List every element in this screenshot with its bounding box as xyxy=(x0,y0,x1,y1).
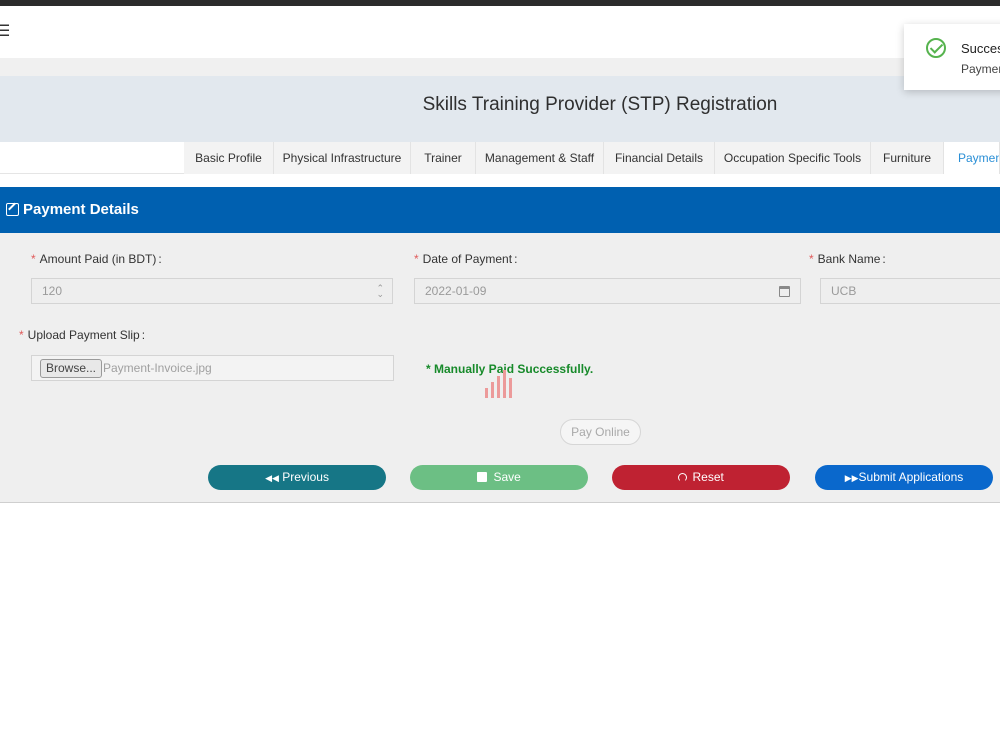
tab-occupation-specific-tools[interactable]: Occupation Specific Tools xyxy=(715,142,871,174)
amount-paid-input[interactable]: 120 ⌃ ⌄ xyxy=(31,278,393,304)
required-marker: * xyxy=(19,328,24,342)
date-of-payment-label-text: Date of Payment xyxy=(422,252,513,266)
tab-payment[interactable]: Payment xyxy=(944,142,1000,174)
amount-paid-label-text: Amount Paid (in BDT) xyxy=(39,252,157,266)
label-colon: : xyxy=(141,328,146,342)
date-of-payment-label: * Date of Payment: xyxy=(414,252,517,266)
label-colon: : xyxy=(158,252,162,266)
tab-management-staff[interactable]: Management & Staff xyxy=(476,142,604,174)
divider-strip xyxy=(0,58,1000,76)
toast-message: Payment xyxy=(961,62,1000,76)
pay-online-button[interactable]: Pay Online xyxy=(560,419,641,445)
upload-payment-slip-label: * Upload Payment Slip: xyxy=(19,328,145,342)
amount-paid-value: 120 xyxy=(42,284,63,298)
reset-button[interactable]: Reset xyxy=(612,465,790,490)
date-of-payment-input[interactable]: 2022-01-09 xyxy=(414,278,801,304)
refresh-icon xyxy=(678,473,688,482)
payment-details-header: Payment Details xyxy=(0,187,1000,233)
page-title: Skills Training Provider (STP) Registrat… xyxy=(422,94,778,115)
required-marker: * xyxy=(414,252,419,266)
bank-name-value: UCB xyxy=(831,284,857,298)
tab-physical-infrastructure[interactable]: Physical Infrastructure xyxy=(274,142,411,174)
date-of-payment-value: 2022-01-09 xyxy=(425,284,487,298)
required-marker: * xyxy=(31,252,36,266)
bank-name-label-text: Bank Name xyxy=(817,252,881,266)
check-circle-icon xyxy=(926,38,946,58)
tab-financial-details[interactable]: Financial Details xyxy=(604,142,715,174)
reset-button-label: Reset xyxy=(692,470,724,484)
page: ☰ Skills Training Provider (STP) Registr… xyxy=(0,0,1000,750)
number-spinner-icon[interactable]: ⌃ ⌄ xyxy=(376,284,384,299)
save-button[interactable]: Save xyxy=(410,465,588,490)
save-button-label: Save xyxy=(493,470,521,484)
payment-slip-file-input[interactable]: Browse... Payment-Invoice.jpg xyxy=(31,355,394,381)
previous-button[interactable]: ◀◀ Previous xyxy=(208,465,386,490)
page-banner: Skills Training Provider (STP) Registrat… xyxy=(0,76,1000,142)
tab-trainer[interactable]: Trainer xyxy=(411,142,476,174)
submit-button-label: Submit Applications xyxy=(858,470,964,484)
calendar-icon[interactable] xyxy=(779,286,790,297)
bank-name-input[interactable]: UCB xyxy=(820,278,1000,304)
tab-bar: Basic Profile Physical Infrastructure Tr… xyxy=(0,142,1000,174)
top-bar: ☰ xyxy=(0,6,1000,58)
floppy-disk-icon xyxy=(477,472,488,482)
submit-applications-button[interactable]: ▶▶Submit Applications xyxy=(815,465,993,490)
edit-icon xyxy=(6,203,19,216)
toast-title: Success xyxy=(961,41,1000,56)
required-marker: * xyxy=(809,252,814,266)
label-colon: : xyxy=(882,252,886,266)
amount-paid-label: * Amount Paid (in BDT): xyxy=(31,252,162,266)
browse-button[interactable]: Browse... xyxy=(40,359,103,378)
tab-furniture[interactable]: Furniture xyxy=(871,142,944,174)
previous-button-label: Previous xyxy=(282,470,329,484)
bank-name-label: * Bank Name: xyxy=(809,252,886,266)
double-left-arrow-icon: ◀◀ xyxy=(265,473,279,483)
double-right-arrow-icon: ▶▶ xyxy=(844,473,859,483)
selected-file-name: Payment-Invoice.jpg xyxy=(103,361,212,375)
section-title: Payment Details xyxy=(23,201,139,218)
hamburger-icon[interactable]: ☰ xyxy=(0,24,10,40)
label-colon: : xyxy=(514,252,518,266)
tab-basic-profile[interactable]: Basic Profile xyxy=(184,142,274,174)
loading-spinner-icon xyxy=(485,368,515,398)
success-toast: Success Payment xyxy=(904,24,1000,90)
upload-payment-slip-label-text: Upload Payment Slip xyxy=(27,328,140,342)
